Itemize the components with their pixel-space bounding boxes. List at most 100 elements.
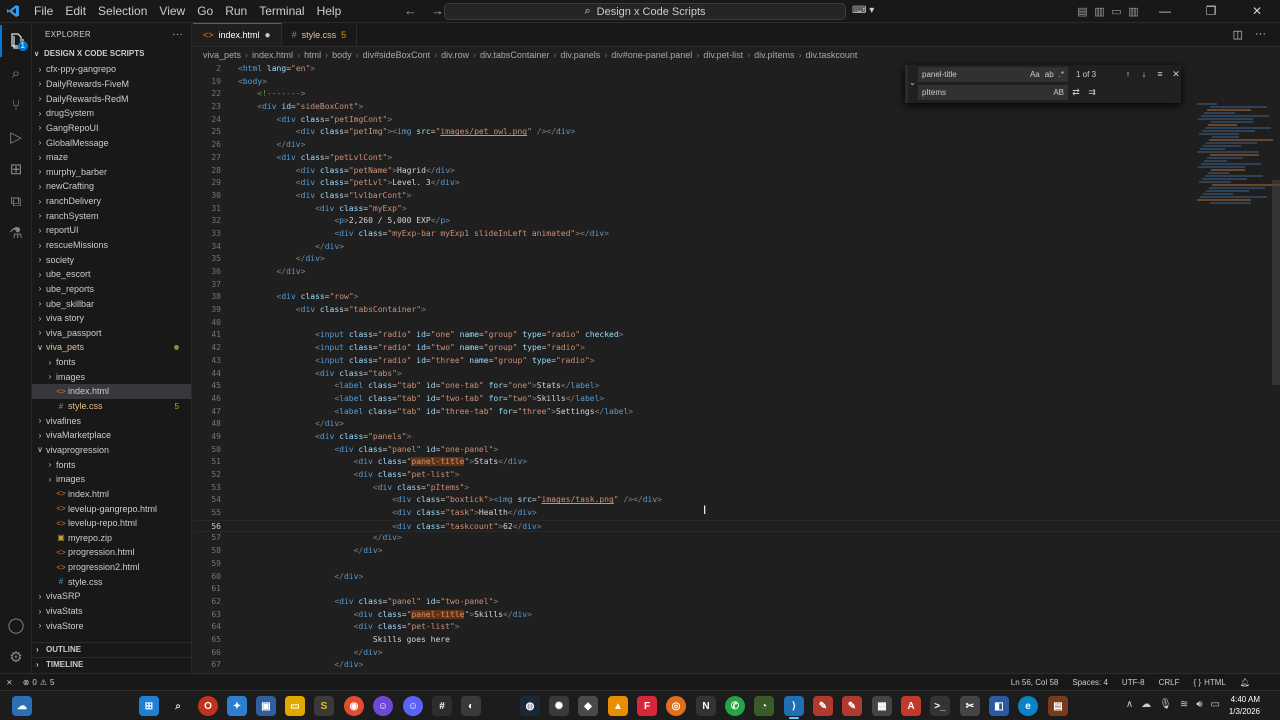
file-item[interactable]: <> index.html <box>32 487 191 502</box>
folder-item[interactable]: › GlobalMessage <box>32 135 191 150</box>
match-case-toggle[interactable]: Aa <box>1030 70 1040 79</box>
wifi-icon[interactable]: ≋ <box>1180 699 1188 710</box>
code-line[interactable]: 36 </div> <box>193 266 1280 279</box>
folder-item[interactable]: › ranchDelivery <box>32 194 191 209</box>
more-actions-icon[interactable]: ··· <box>1255 28 1266 41</box>
microphone-icon[interactable]: 🎙︎ <box>1159 699 1172 710</box>
calculator-icon[interactable]: ▦ <box>872 696 892 716</box>
breadcrumb-item[interactable]: div.panels <box>560 50 600 60</box>
menu-view[interactable]: View <box>153 0 191 23</box>
folder-item[interactable]: › DailyRewards-RedM <box>32 91 191 106</box>
more-actions-icon[interactable]: ··· <box>172 29 183 40</box>
folder-item[interactable]: › murphy_barber <box>32 164 191 179</box>
file-item[interactable]: <> index.html <box>32 384 191 399</box>
extensions-icon[interactable]: ⊞ <box>0 153 32 185</box>
vscode-taskbar-icon[interactable]: ⟩ <box>784 696 804 716</box>
replace-icon[interactable]: ⇄ <box>1068 87 1084 98</box>
breadcrumb-item[interactable]: div#sideBoxCont <box>363 50 431 60</box>
menu-run[interactable]: Run <box>219 0 253 23</box>
folder-item[interactable]: ∨ viva_pets <box>32 340 191 355</box>
folder-item[interactable]: › fonts <box>32 457 191 472</box>
code-line[interactable]: 40 <box>193 317 1280 330</box>
remote-explorer-icon[interactable]: ⧉ <box>0 185 32 217</box>
code-line[interactable]: 27 <div class="petLvlCont"> <box>193 152 1280 165</box>
chrome-icon[interactable]: ◉ <box>344 696 364 716</box>
code-line[interactable]: 38 <div class="row"> <box>193 291 1280 304</box>
breadcrumb-item[interactable]: body <box>332 50 352 60</box>
toggle-sidebar-icon[interactable]: ▥ <box>1091 5 1108 18</box>
code-editor[interactable]: 2 <html lang="en"> 19 <body> 22 <!-------> 23… <box>193 63 1280 673</box>
code-line[interactable]: 43 <input class="radio" id="three" name=… <box>193 355 1280 368</box>
run-debug-icon[interactable]: ▷ <box>0 121 32 153</box>
eraser-icon[interactable]: ✎ <box>813 696 833 716</box>
folder-item[interactable]: › fonts <box>32 355 191 370</box>
timeline-section[interactable]: › TIMELINE <box>32 657 191 670</box>
copilot-icon[interactable]: ⌨ ▾ <box>852 5 874 16</box>
code-line[interactable]: 55 <div class="task">Health</div> <box>193 507 1280 520</box>
menu-terminal[interactable]: Terminal <box>253 0 310 23</box>
folder-item[interactable]: ∨ vivaprogression <box>32 443 191 458</box>
testing-icon[interactable]: ⚗ <box>0 217 32 249</box>
code-line[interactable]: 60 </div> <box>193 571 1280 584</box>
breadcrumb-item[interactable]: div.taskcount <box>806 50 858 60</box>
replace-input[interactable]: pItems AB <box>918 84 1068 100</box>
file-explorer-icon[interactable]: ▭ <box>285 696 305 716</box>
code-line[interactable]: 57 </div> <box>193 532 1280 545</box>
settings-gear-icon[interactable]: ⚙ <box>0 641 32 673</box>
account-icon[interactable]: ◯ <box>0 609 32 641</box>
code-line[interactable]: 32 <p>2,260 / 5,000 EXP</p> <box>193 215 1280 228</box>
file-item[interactable]: <> levelup-gangrepo.html <box>32 501 191 516</box>
search-icon[interactable]: ⌕ <box>0 57 32 89</box>
toggle-panel-icon[interactable]: ▭ <box>1108 5 1125 18</box>
code-line[interactable]: 24 <div class="petImgCont"> <box>193 114 1280 127</box>
outline-section[interactable]: › OUTLINE <box>32 642 191 655</box>
copilot-icon[interactable]: ✦ <box>227 696 247 716</box>
source-control-icon[interactable]: ⑂ <box>0 89 32 121</box>
code-line[interactable]: 46 <label class="tab" id="two-tab" for="… <box>193 393 1280 406</box>
previous-match-icon[interactable]: ↑ <box>1120 69 1136 79</box>
code-line[interactable]: 56 <div class="taskcount">62</div> <box>193 519 1280 533</box>
minimize-button[interactable]: — <box>1142 0 1188 23</box>
winrar-icon[interactable]: ▤ <box>1048 696 1068 716</box>
menu-selection[interactable]: Selection <box>92 0 153 23</box>
code-line[interactable]: 30 <div class="lvlbarCont"> <box>193 190 1280 203</box>
forward-arrow-icon[interactable]: → <box>431 3 444 18</box>
remote-indicator[interactable]: ⨯ <box>6 678 13 687</box>
code-line[interactable]: 61 <box>193 583 1280 596</box>
split-editor-icon[interactable]: ◫ <box>1233 28 1243 41</box>
paint-icon[interactable]: ✎ <box>842 696 862 716</box>
explorer-icon[interactable]: 1 <box>0 25 32 57</box>
code-line[interactable]: 58 </div> <box>193 545 1280 558</box>
folder-item[interactable]: › drugSystem <box>32 106 191 121</box>
folder-item[interactable]: › DailyRewards-FiveM <box>32 77 191 92</box>
code-line[interactable]: 31 <div class="myExp"> <box>193 203 1280 216</box>
volume-icon[interactable]: 🔊︎ <box>1196 699 1202 710</box>
breadcrumb-item[interactable]: index.html <box>252 50 293 60</box>
code-line[interactable]: 67 </div> <box>193 659 1280 672</box>
file-item[interactable]: # style.css 5 <box>32 399 191 414</box>
file-item[interactable]: <> progression2.html <box>32 560 191 575</box>
breadcrumb-item[interactable]: viva_pets <box>203 50 241 60</box>
code-line[interactable]: 37 <box>193 279 1280 292</box>
indentation[interactable]: Spaces: 4 <box>1072 678 1108 687</box>
sublime-icon[interactable]: S <box>314 696 334 716</box>
vpn-icon[interactable]: ◆ <box>578 696 598 716</box>
filezilla-icon[interactable]: F <box>637 696 657 716</box>
unsaved-dot-icon[interactable]: ● <box>265 30 271 41</box>
regex-toggle[interactable]: .* <box>1059 70 1064 79</box>
discord-icon[interactable]: ☺ <box>373 696 393 716</box>
notion-icon[interactable]: N <box>696 696 716 716</box>
notifications-bell-icon[interactable]: 🔔︎ <box>1240 678 1250 687</box>
folder-item[interactable]: › newCrafting <box>32 179 191 194</box>
code-line[interactable]: 29 <div class="petLvl">Level. 3</div> <box>193 177 1280 190</box>
folder-item[interactable]: › viva story <box>32 311 191 326</box>
code-line[interactable]: 28 <div class="petName">Hagrid</div> <box>193 165 1280 178</box>
code-line[interactable]: 42 <input class="radio" id="two" name="g… <box>193 342 1280 355</box>
visual-studio-icon[interactable]: ◧ <box>989 696 1009 716</box>
encoding[interactable]: UTF-8 <box>1122 678 1145 687</box>
folder-item[interactable]: › rescueMissions <box>32 238 191 253</box>
editor-tab[interactable]: # style.css 5 <box>282 23 358 46</box>
minimap[interactable] <box>1197 103 1280 213</box>
preserve-case-toggle[interactable]: AB <box>1053 88 1064 97</box>
vlc-icon[interactable]: ▲ <box>608 696 628 716</box>
